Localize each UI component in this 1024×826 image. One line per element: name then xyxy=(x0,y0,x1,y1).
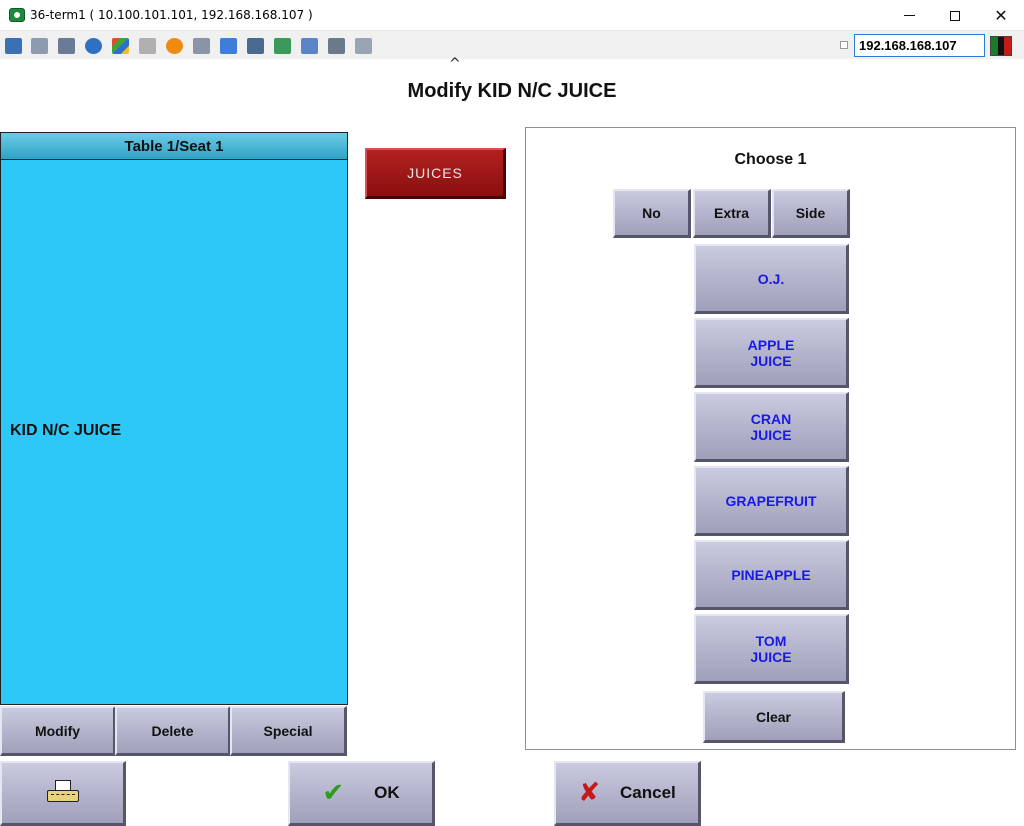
order-list[interactable]: KID N/C JUICE xyxy=(0,160,348,705)
checkmark-icon: ✔ xyxy=(322,778,345,808)
prefix-side-button[interactable]: Side xyxy=(772,189,850,238)
windows-icon[interactable] xyxy=(31,38,48,54)
cancel-label: Cancel xyxy=(620,783,676,802)
tools-icon[interactable] xyxy=(58,38,75,54)
minimize-button[interactable] xyxy=(886,0,932,31)
modifier-oj-button[interactable]: O.J. xyxy=(694,244,849,314)
collapse-toolbar-icon[interactable]: ^ xyxy=(449,56,461,72)
window-title-bar: 36-term1 ( 10.100.101.101, 192.168.168.1… xyxy=(0,0,1024,31)
file-icon[interactable] xyxy=(301,38,318,54)
modifier-apple-juice-button[interactable]: APPLE JUICE xyxy=(694,318,849,388)
screen-icon[interactable] xyxy=(328,38,345,54)
special-button[interactable]: Special xyxy=(230,706,347,756)
ok-button[interactable]: ✔ OK xyxy=(288,761,435,826)
keyboard-icon[interactable] xyxy=(139,38,156,54)
modifier-grapefruit-button[interactable]: GRAPEFRUIT xyxy=(694,466,849,536)
maximize-button[interactable] xyxy=(932,0,978,31)
order-item[interactable]: KID N/C JUICE xyxy=(10,422,121,440)
ip-checkbox[interactable] xyxy=(840,41,848,49)
minimize-icon xyxy=(903,15,915,16)
fullscreen-icon[interactable] xyxy=(220,38,237,54)
cancel-x-icon: ✘ xyxy=(578,778,601,808)
delete-button[interactable]: Delete xyxy=(115,706,231,756)
seat-header: Table 1/Seat 1 xyxy=(0,132,348,160)
close-button[interactable]: ✕ xyxy=(978,0,1024,31)
chat-icon[interactable] xyxy=(355,38,372,54)
modify-button[interactable]: Modify xyxy=(0,706,116,756)
refresh-icon[interactable] xyxy=(85,38,102,54)
transfer-icon[interactable] xyxy=(274,38,291,54)
network-icon[interactable] xyxy=(193,38,210,54)
windows-flag-icon[interactable] xyxy=(112,38,129,54)
display-icon[interactable] xyxy=(247,38,264,54)
printer-icon xyxy=(46,780,80,806)
prefix-extra-button[interactable]: Extra xyxy=(693,189,771,238)
choose-count-label: Choose 1 xyxy=(734,151,807,168)
status-color-icon[interactable] xyxy=(990,36,1012,56)
modifier-tom-juice-button[interactable]: TOM JUICE xyxy=(694,614,849,684)
modifier-pineapple-button[interactable]: PINEAPPLE xyxy=(694,540,849,610)
modifier-cran-juice-button[interactable]: CRAN JUICE xyxy=(694,392,849,462)
app-eye-icon xyxy=(9,8,25,22)
ok-label: OK xyxy=(374,783,400,802)
maximize-icon xyxy=(950,10,960,21)
prefix-no-button[interactable]: No xyxy=(613,189,691,238)
page-title: Modify KID N/C JUICE xyxy=(407,80,617,102)
window-title: 36-term1 ( 10.100.101.101, 192.168.168.1… xyxy=(30,8,313,22)
category-juices-button[interactable]: JUICES xyxy=(365,148,506,199)
cancel-button[interactable]: ✘ Cancel xyxy=(554,761,701,826)
monitor-icon[interactable] xyxy=(5,38,22,54)
server-ip-field[interactable]: 192.168.168.107 xyxy=(854,34,985,57)
alert-icon[interactable] xyxy=(166,38,183,54)
clear-button[interactable]: Clear xyxy=(703,691,845,743)
print-button[interactable] xyxy=(0,761,126,826)
